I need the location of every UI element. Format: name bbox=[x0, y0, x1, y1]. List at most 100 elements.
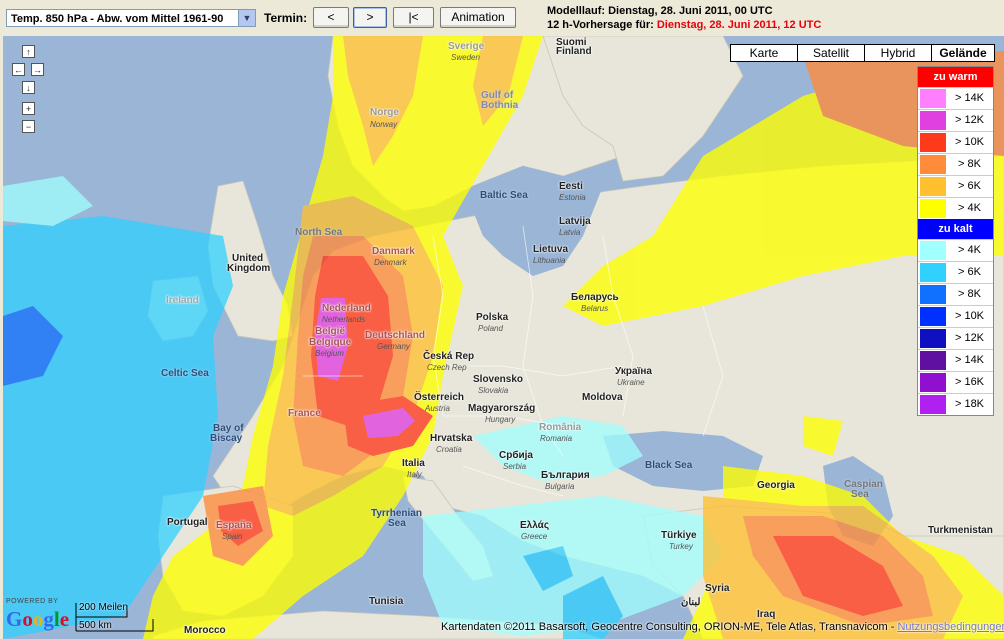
toolbar: Temp. 850 hPa - Abw. vom Mittel 1961-90 … bbox=[0, 0, 1004, 36]
legend: zu warm > 14K > 12K > 10K > 8K > 6K > 4K zu k… bbox=[917, 66, 994, 416]
label-austria: Austria bbox=[425, 404, 450, 413]
label-morocco: Morocco bbox=[184, 625, 226, 636]
animation-button[interactable]: Animation bbox=[440, 7, 516, 28]
terms-link[interactable]: Nutzungsbedingungen bbox=[897, 621, 1004, 633]
label-sverige: Sverige bbox=[448, 41, 485, 52]
legend-warm-list: > 14K > 12K > 10K > 8K > 6K > 4K bbox=[918, 87, 993, 219]
legend-cold-row: > 12K bbox=[918, 327, 993, 349]
forecast-info: 12 h-Vorhersage für: Dienstag, 28. Juni … bbox=[547, 19, 821, 31]
label-ellas: Ελλάς bbox=[520, 520, 550, 531]
label-denmark: Denmark bbox=[374, 258, 407, 267]
label-italy: Italy bbox=[407, 470, 422, 479]
label-georgia: Georgia bbox=[757, 480, 795, 491]
legend-cold-label: > 16K bbox=[954, 376, 985, 388]
map-type-karte[interactable]: Karte bbox=[730, 44, 798, 62]
label-belarus-cyr: Беларусь bbox=[571, 292, 619, 303]
map-terrain bbox=[3, 36, 1004, 639]
label-bulgaria: Bulgaria bbox=[545, 482, 575, 491]
legend-cold-label: > 14K bbox=[954, 354, 985, 366]
label-belgique: Belgique bbox=[309, 337, 352, 348]
label-espana: España bbox=[216, 520, 252, 531]
legend-cold-label: > 4K bbox=[958, 244, 981, 256]
zoom-out-icon[interactable]: − bbox=[22, 120, 35, 133]
legend-warm-swatch bbox=[920, 89, 946, 108]
label-sweden: Sweden bbox=[451, 53, 480, 62]
label-belgie: België bbox=[315, 326, 346, 337]
legend-warm-swatch bbox=[920, 155, 946, 174]
legend-warm-label: > 14K bbox=[954, 92, 985, 104]
legend-cold-swatch bbox=[920, 241, 946, 260]
legend-cold-row: > 4K bbox=[918, 239, 993, 261]
legend-cold-swatch bbox=[920, 263, 946, 282]
pan-right-icon[interactable]: → bbox=[31, 63, 44, 76]
prev-button[interactable]: < bbox=[313, 7, 349, 28]
parameter-select[interactable]: Temp. 850 hPa - Abw. vom Mittel 1961-90 … bbox=[6, 9, 256, 27]
next-button[interactable]: > bbox=[353, 7, 387, 28]
label-ireland: Ireland bbox=[166, 295, 199, 306]
label-portugal: Portugal bbox=[167, 517, 208, 528]
legend-warm-row: > 10K bbox=[918, 131, 993, 153]
label-germany: Germany bbox=[377, 342, 410, 351]
label-moldova: Moldova bbox=[582, 392, 623, 403]
map-type-satellit[interactable]: Satellit bbox=[797, 44, 865, 62]
label-syria: Syria bbox=[705, 583, 730, 594]
label-lietuva: Lietuva bbox=[533, 244, 569, 255]
label-italia: Italia bbox=[402, 458, 425, 469]
legend-cold-swatch bbox=[920, 373, 946, 392]
label-bothnia: Bothnia bbox=[481, 100, 519, 111]
legend-warm-row: > 12K bbox=[918, 109, 993, 131]
legend-warm-swatch bbox=[920, 199, 946, 218]
legend-cold-swatch bbox=[920, 351, 946, 370]
label-bulgaria-cyr: България bbox=[541, 470, 590, 481]
chevron-down-icon[interactable]: ▼ bbox=[238, 10, 255, 26]
label-iraq: Iraq bbox=[757, 609, 776, 620]
pan-up-icon[interactable]: ↑ bbox=[22, 45, 35, 58]
scale-miles: 200 Meilen bbox=[79, 602, 128, 613]
label-baltic-sea: Baltic Sea bbox=[480, 190, 528, 201]
label-belgium: Belgium bbox=[315, 349, 344, 358]
label-eesti: Eesti bbox=[559, 181, 583, 192]
label-spain: Spain bbox=[222, 532, 243, 541]
legend-warm-swatch bbox=[920, 111, 946, 130]
zoom-in-icon[interactable]: + bbox=[22, 102, 35, 115]
label-oesterreich: Österreich bbox=[414, 392, 465, 403]
label-celtic-sea: Celtic Sea bbox=[161, 368, 209, 379]
label-tyrrhenian-sea: Sea bbox=[388, 518, 406, 529]
label-turkey: Turkey bbox=[669, 542, 693, 551]
label-tunisia: Tunisia bbox=[369, 596, 404, 607]
forecast-date: Dienstag, 28. Juni 2011, 12 UTC bbox=[656, 19, 822, 31]
label-turkiye: Türkiye bbox=[661, 530, 697, 541]
first-button[interactable]: |< bbox=[393, 7, 434, 28]
legend-cold-row: > 8K bbox=[918, 283, 993, 305]
legend-cold-label: > 6K bbox=[958, 266, 981, 278]
legend-warm-swatch bbox=[920, 133, 946, 152]
map-type-gelaende[interactable]: Gelände bbox=[931, 44, 995, 62]
label-cesko: Česká Rep bbox=[423, 351, 475, 362]
label-hrvatska: Hrvatska bbox=[430, 433, 473, 444]
label-slovakia: Slovakia bbox=[478, 386, 509, 395]
map-type-hybrid[interactable]: Hybrid bbox=[864, 44, 932, 62]
label-norge: Norge bbox=[370, 107, 399, 118]
label-croatia: Croatia bbox=[436, 445, 462, 454]
label-hungary: Hungary bbox=[485, 415, 516, 424]
label-netherlands: Netherlands bbox=[322, 315, 366, 324]
label-turkmenistan: Turkmenistan bbox=[928, 525, 993, 536]
label-greece: Greece bbox=[521, 532, 548, 541]
powered-by: POWERED BY bbox=[6, 598, 59, 605]
label-norway: Norway bbox=[370, 120, 398, 129]
legend-warm-row: > 14K bbox=[918, 87, 993, 109]
legend-cold-swatch bbox=[920, 307, 946, 326]
scale-km: 500 km bbox=[79, 620, 112, 631]
legend-warm-row: > 6K bbox=[918, 175, 993, 197]
label-slovensko: Slovensko bbox=[473, 374, 524, 385]
google-logo[interactable]: Google bbox=[6, 607, 69, 632]
map-canvas[interactable]: ↑ ← → ↓ + − Karte Satellit Hybrid Geländ… bbox=[3, 36, 1004, 639]
pan-left-icon[interactable]: ← bbox=[12, 63, 25, 76]
legend-cold-row: > 6K bbox=[918, 261, 993, 283]
legend-cold-row: > 16K bbox=[918, 371, 993, 393]
termin-label: Termin: bbox=[264, 11, 308, 25]
pan-down-icon[interactable]: ↓ bbox=[22, 81, 35, 94]
label-polska: Polska bbox=[476, 312, 509, 323]
label-romania-en: Romania bbox=[540, 434, 573, 443]
legend-warm-label: > 6K bbox=[958, 180, 981, 192]
